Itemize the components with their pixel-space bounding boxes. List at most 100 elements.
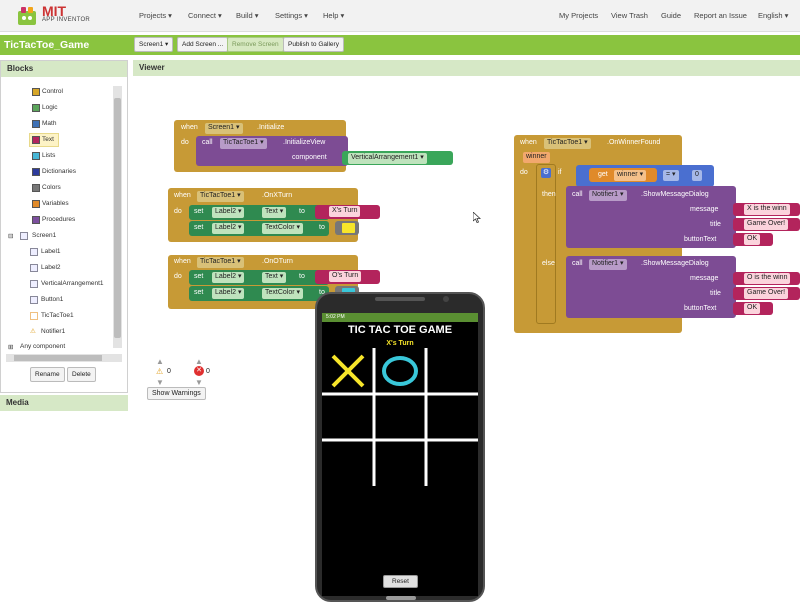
call-keyword: call: [572, 260, 583, 267]
link-guide[interactable]: Guide: [661, 11, 681, 20]
board-cell[interactable]: [324, 350, 372, 392]
do-keyword: do: [181, 139, 189, 146]
any-component-label: Any component: [20, 343, 66, 350]
tictactoe-component-dropdown[interactable]: TicTacToe1 ▾: [197, 191, 244, 202]
notifier-dropdown[interactable]: Notifier1 ▾: [589, 259, 627, 270]
text-property-dropdown[interactable]: Text ▾: [262, 207, 287, 218]
to-keyword: to: [299, 273, 305, 280]
blocks-scrollbar-thumb[interactable]: [114, 98, 121, 338]
text-property-dropdown[interactable]: Text ▾: [262, 272, 287, 283]
screen-component-dropdown[interactable]: Screen1 ▾: [205, 123, 243, 134]
builtin-label: Dictionaries: [42, 168, 76, 175]
label2-dropdown[interactable]: Label2 ▾: [212, 272, 245, 283]
publish-gallery-button[interactable]: Publish to Gallery: [283, 37, 344, 52]
component-label: Notifier1: [41, 328, 66, 335]
then-title-value[interactable]: Game Over!: [744, 219, 789, 230]
phone-status-time: 5:02 PM: [326, 314, 345, 320]
phone-home-button[interactable]: [386, 596, 416, 600]
notifier-dropdown[interactable]: Notifier1 ▾: [589, 190, 627, 201]
set-keyword: set: [194, 208, 204, 215]
label2-dropdown[interactable]: Label2 ▾: [212, 207, 245, 218]
board-cell[interactable]: [428, 442, 476, 484]
set-label2-text-block[interactable]: [189, 270, 329, 285]
board-cell[interactable]: [428, 396, 476, 438]
set-label2-textcolor-block[interactable]: [189, 286, 329, 301]
builtin-label: Control: [42, 88, 63, 95]
menu-connect[interactable]: Connect ▾: [188, 11, 222, 20]
colors-color-swatch-icon: [32, 184, 40, 192]
errors-toggle-down-icon[interactable]: ▼: [195, 378, 203, 387]
errors-count: 0: [206, 368, 210, 375]
if-else-block[interactable]: [536, 164, 556, 324]
vertical-arrangement-dropdown[interactable]: VerticalArrangement1 ▾: [348, 153, 427, 164]
menu-projects[interactable]: Projects ▾: [139, 11, 172, 20]
winner-parameter[interactable]: winner: [523, 152, 550, 163]
warnings-toggle-down-icon[interactable]: ▼: [156, 378, 164, 387]
link-view-trash[interactable]: View Trash: [611, 11, 648, 20]
yellow-color-swatch[interactable]: [342, 223, 355, 233]
else-message-value[interactable]: O is the winn: [744, 273, 791, 284]
event-name: .OnWinnerFound: [607, 139, 661, 146]
board-cell[interactable]: [376, 442, 424, 484]
board-cell[interactable]: [376, 396, 424, 438]
builtin-label: Logic: [42, 104, 58, 111]
horizontal-scrollbar-thumb[interactable]: [14, 355, 102, 361]
when-keyword: when: [181, 124, 198, 131]
tic-tac-toe-board[interactable]: [322, 348, 478, 486]
menu-settings[interactable]: Settings ▾: [275, 11, 308, 20]
project-title: TicTacToe_Game: [4, 39, 90, 51]
rename-button[interactable]: Rename: [30, 367, 65, 382]
mouse-cursor-icon: [473, 212, 481, 223]
to-keyword: to: [299, 208, 305, 215]
then-message-value[interactable]: X is the winn: [744, 204, 790, 215]
component-label: VerticalArrangement1: [41, 280, 104, 287]
menu-build[interactable]: Build ▾: [236, 11, 259, 20]
errors-toggle-up-icon[interactable]: ▲: [195, 357, 203, 366]
screen-select[interactable]: Screen1 ▾: [134, 37, 174, 52]
text-color-swatch-icon: [32, 136, 40, 144]
set-keyword: set: [194, 289, 204, 296]
winner-variable-dropdown[interactable]: winner ▾: [614, 170, 647, 181]
equals-operator-dropdown[interactable]: = ▾: [663, 170, 679, 181]
link-report-issue[interactable]: Report an Issue: [694, 11, 747, 20]
board-cell[interactable]: [324, 442, 372, 484]
x-turn-text-value[interactable]: X's Turn: [329, 206, 361, 217]
label2-dropdown[interactable]: Label2 ▾: [212, 288, 245, 299]
set-label2-text-block[interactable]: [189, 205, 329, 220]
title-arg-label: title: [710, 221, 721, 228]
control-color-swatch-icon: [32, 88, 40, 96]
method-name: .InitializeView: [283, 139, 326, 146]
number-zero-value[interactable]: 0: [692, 170, 702, 181]
collapse-minus-icon[interactable]: ⊟: [8, 232, 13, 240]
textcolor-property-dropdown[interactable]: TextColor ▾: [262, 288, 304, 299]
then-button-value[interactable]: OK: [744, 234, 761, 245]
reset-button[interactable]: Reset: [383, 575, 418, 588]
tictactoe-component-dropdown[interactable]: TicTacToe1 ▾: [197, 257, 244, 268]
show-warnings-button[interactable]: Show Warnings: [147, 387, 206, 400]
builtin-label: Text: [42, 136, 54, 143]
link-my-projects[interactable]: My Projects: [559, 11, 598, 20]
textcolor-property-dropdown[interactable]: TextColor ▾: [262, 223, 304, 234]
gear-mutator-icon[interactable]: ⚙: [541, 168, 551, 178]
collapse-plus-icon[interactable]: ⊞: [8, 343, 13, 351]
board-cell[interactable]: [376, 350, 424, 392]
builtin-label: Math: [42, 120, 57, 127]
tictactoe-component-dropdown[interactable]: TicTacToe1 ▾: [220, 138, 267, 149]
else-button-value[interactable]: OK: [744, 303, 761, 314]
o-turn-text-value[interactable]: O's Turn: [329, 271, 362, 282]
warnings-toggle-up-icon[interactable]: ▲: [156, 357, 164, 366]
else-title-value[interactable]: Game Over!: [744, 288, 789, 299]
to-keyword: to: [319, 224, 325, 231]
phone-camera-icon: [443, 296, 449, 302]
set-label2-textcolor-block[interactable]: [189, 221, 329, 236]
remove-screen-button[interactable]: Remove Screen: [227, 37, 284, 52]
add-screen-button[interactable]: Add Screen ...: [177, 37, 229, 52]
builtin-label: Lists: [42, 152, 56, 159]
board-cell[interactable]: [428, 350, 476, 392]
menu-help[interactable]: Help ▾: [323, 11, 344, 20]
label2-dropdown[interactable]: Label2 ▾: [212, 223, 245, 234]
language-select[interactable]: English ▾: [758, 11, 788, 20]
board-cell[interactable]: [324, 396, 372, 438]
delete-button[interactable]: Delete: [67, 367, 96, 382]
tictactoe-component-dropdown[interactable]: TicTacToe1 ▾: [544, 138, 591, 149]
